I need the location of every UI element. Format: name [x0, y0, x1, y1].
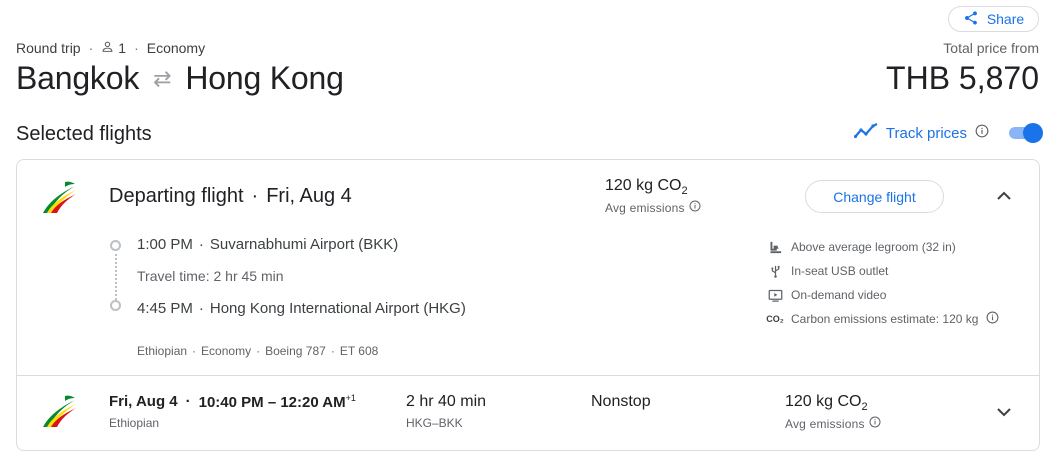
travel-time: Travel time: 2 hr 45 min — [137, 268, 284, 284]
departing-emissions-label: Avg emissions — [605, 200, 701, 215]
origin-city: Bangkok — [16, 60, 140, 96]
return-duration: 2 hr 40 min — [406, 393, 487, 410]
timeline-line — [115, 254, 117, 300]
total-price: THB 5,870 — [886, 60, 1039, 96]
route-title: Bangkok ⇄ Hong Kong — [16, 60, 344, 97]
ethiopian-logo-icon — [41, 180, 77, 214]
return-times: 10:40 PM – 12:20 AM+1 — [198, 393, 356, 411]
change-flight-button[interactable]: Change flight — [805, 180, 944, 213]
ethiopian-logo-icon — [41, 394, 77, 428]
departing-date: Fri, Aug 4 — [266, 185, 352, 207]
return-date: Fri, Aug 4 — [109, 393, 178, 410]
trip-type: Round trip — [16, 40, 81, 56]
amenity-video: On-demand video — [767, 283, 999, 307]
info-icon[interactable] — [689, 200, 701, 215]
aircraft: Boeing 787 — [265, 344, 326, 358]
arrival-airport: Hong Kong International Airport (HKG) — [209, 300, 466, 317]
section-title: Selected flights — [16, 123, 152, 145]
passenger-number: 1 — [118, 40, 127, 56]
cabin-class: Economy — [146, 40, 206, 56]
return-schedule: Fri, Aug 4 · 10:40 PM – 12:20 AM+1 — [109, 393, 356, 411]
airline-name: Ethiopian — [137, 344, 188, 358]
amenity-usb: In-seat USB outlet — [767, 259, 999, 283]
departing-emissions: 120 kg CO2 — [605, 177, 688, 198]
co2-icon: CO₂ — [766, 314, 784, 324]
track-prices-label: Track prices — [885, 124, 967, 142]
amenity-carbon: CO₂ Carbon emissions estimate: 120 kg — [766, 307, 999, 331]
return-airline: Ethiopian — [109, 416, 160, 430]
arrival-row: 4:45 PM · Hong Kong International Airpor… — [137, 300, 466, 317]
separator-dot: · — [88, 40, 94, 56]
info-icon[interactable] — [869, 416, 881, 431]
swap-arrows-icon: ⇄ — [153, 65, 172, 91]
share-button[interactable]: Share — [948, 6, 1039, 32]
separator-dot: · — [198, 236, 204, 253]
departure-row: 1:00 PM · Suvarnabhumi Airport (BKK) — [137, 236, 398, 253]
amenity-legroom: Above average legroom (32 in) — [767, 235, 999, 259]
trip-summary: Round trip · 1 · Economy — [16, 40, 205, 56]
info-icon[interactable] — [975, 124, 989, 142]
expand-chevron-down-icon[interactable] — [992, 400, 1016, 424]
toggle-knob — [1023, 123, 1043, 143]
trend-line-icon — [853, 123, 878, 143]
track-prices-toggle[interactable] — [1007, 122, 1043, 144]
arrival-time: 4:45 PM — [137, 300, 193, 317]
return-emissions-label: Avg emissions — [785, 416, 881, 431]
flight-details: Ethiopian · Economy · Boeing 787 · ET 60… — [137, 344, 379, 358]
share-label: Share — [986, 11, 1025, 27]
separator-dot: · — [198, 300, 204, 317]
returning-flight-card[interactable]: Fri, Aug 4 · 10:40 PM – 12:20 AM+1 Ethio… — [16, 375, 1040, 451]
legroom-icon — [767, 239, 783, 255]
cabin: Economy — [201, 344, 252, 358]
return-stops: Nonstop — [591, 393, 651, 410]
usb-icon — [767, 263, 783, 279]
departure-dot — [110, 240, 121, 251]
video-icon — [767, 287, 783, 303]
destination-city: Hong Kong — [185, 60, 344, 96]
return-emissions: 120 kg CO2 — [785, 393, 868, 414]
share-icon — [963, 10, 979, 29]
collapse-chevron-up-icon[interactable] — [992, 184, 1016, 208]
info-icon[interactable] — [986, 311, 999, 327]
separator-dot: · — [251, 185, 259, 207]
passenger-count: 1 — [101, 40, 126, 56]
departure-airport: Suvarnabhumi Airport (BKK) — [209, 236, 399, 253]
track-prices[interactable]: Track prices — [853, 122, 1043, 144]
departing-flight-card: Departing flight · Fri, Aug 4 120 kg CO2… — [16, 159, 1040, 376]
arrival-dot — [110, 300, 121, 311]
return-route: HKG–BKK — [406, 416, 463, 430]
amenities-list: Above average legroom (32 in) In-seat US… — [766, 235, 999, 331]
flight-number: ET 608 — [339, 344, 379, 358]
total-price-label: Total price from — [943, 40, 1039, 56]
departing-flight-title: Departing flight · Fri, Aug 4 — [109, 185, 352, 208]
separator-dot: · — [134, 40, 139, 56]
departing-label: Departing flight — [109, 185, 244, 207]
departure-time: 1:00 PM — [137, 236, 193, 253]
person-icon — [101, 40, 114, 56]
